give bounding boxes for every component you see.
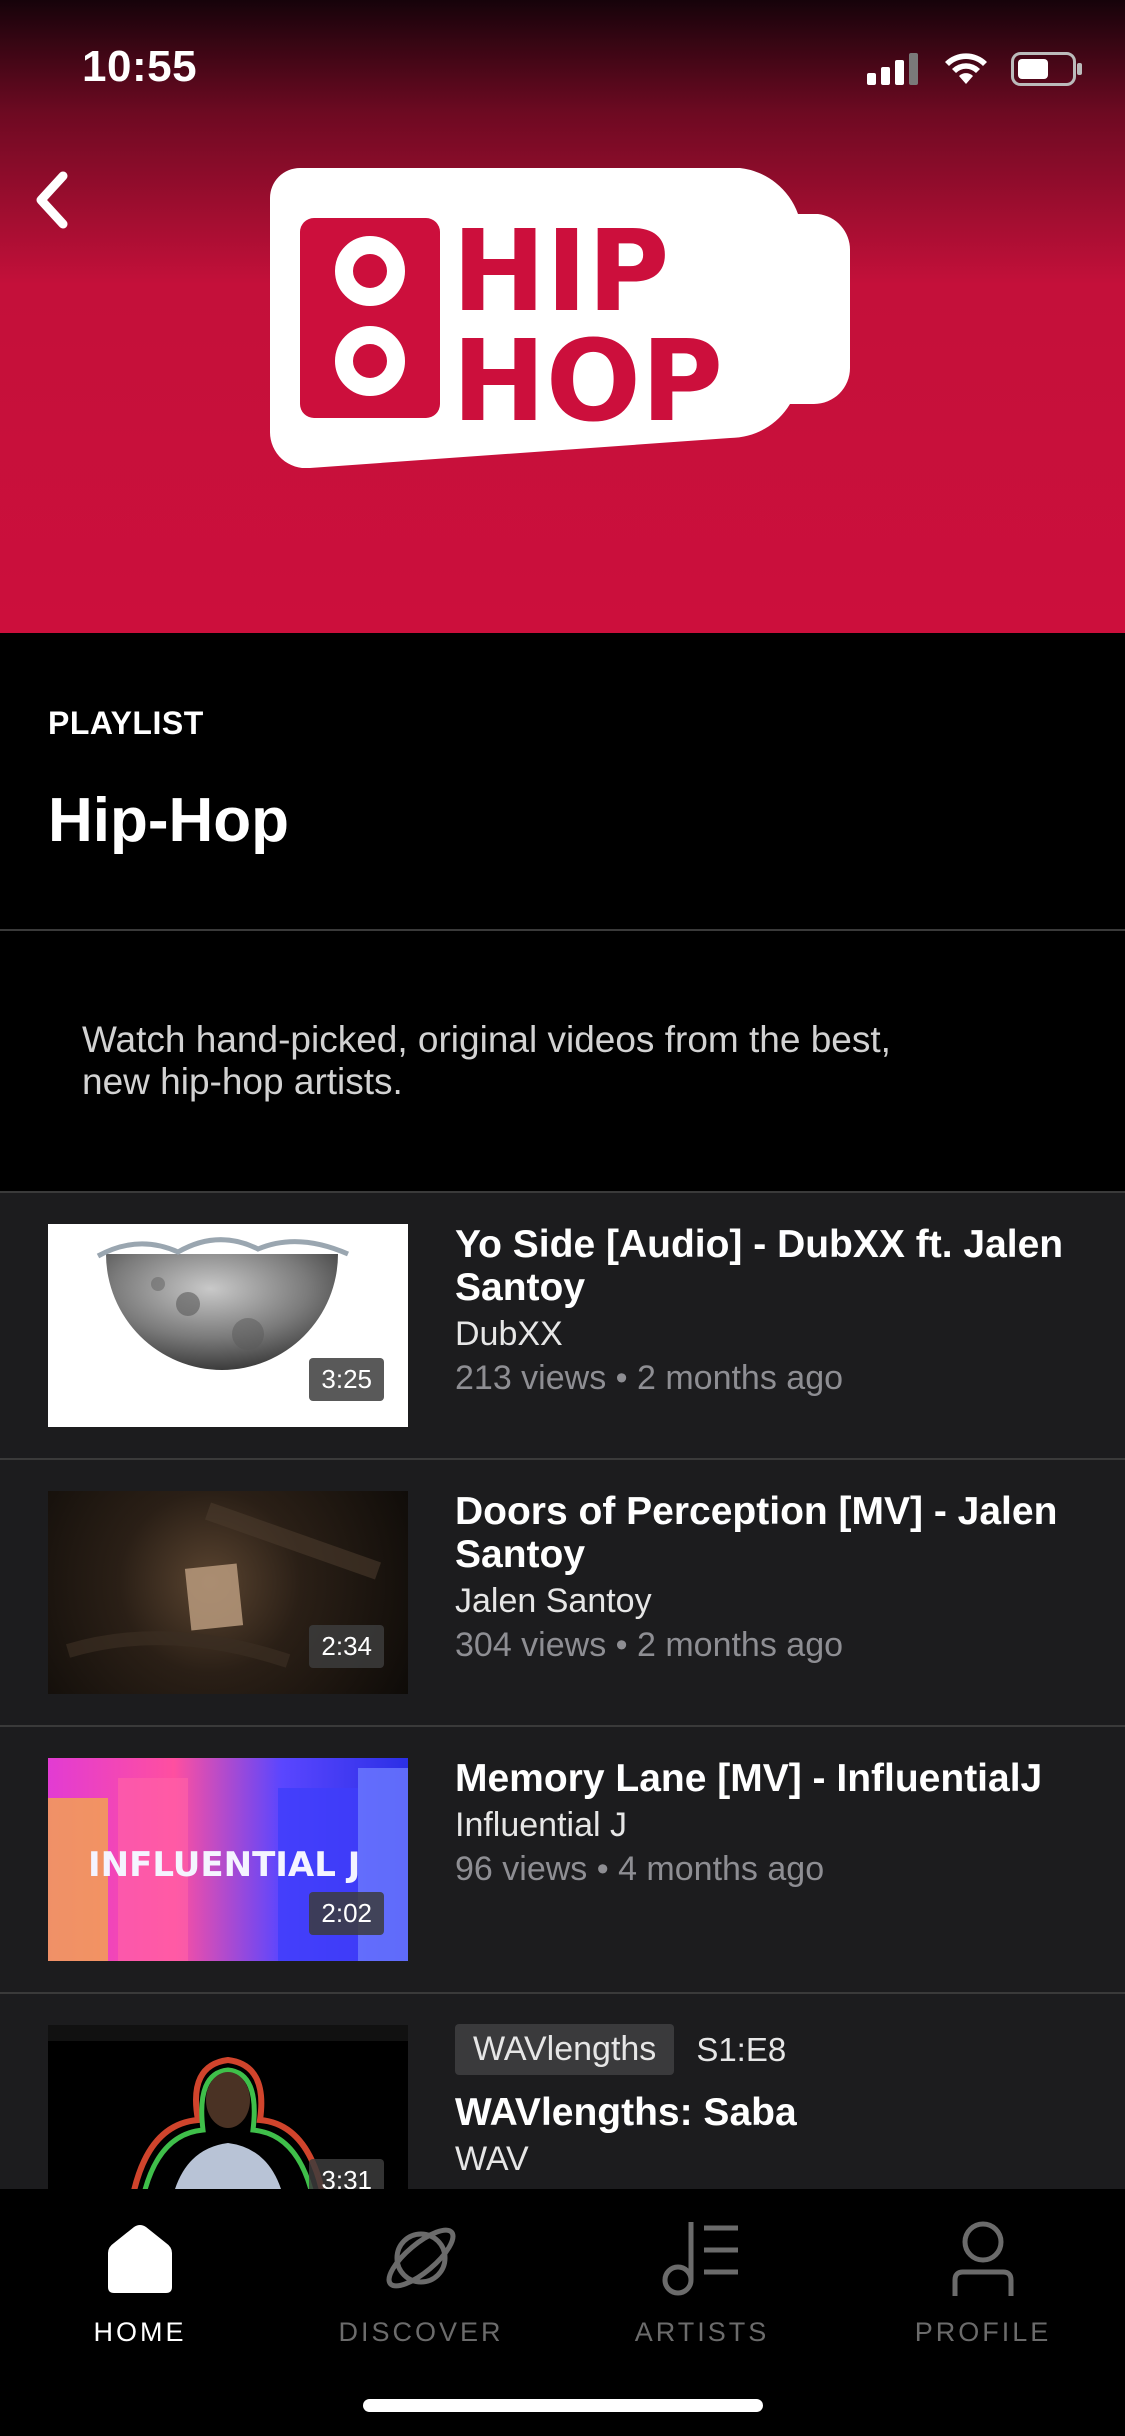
playlist-label: PLAYLIST xyxy=(48,705,204,741)
playlist-description: Watch hand-picked, original videos from … xyxy=(82,1019,891,1102)
video-duration: 3:31 xyxy=(309,2159,384,2189)
tab-profile[interactable]: PROFILE xyxy=(883,2213,1083,2348)
playlist-header: PLAYLIST Hip-Hop xyxy=(0,633,1125,931)
bottom-tab-bar: HOME DISCOVER ARTISTS PROFILE xyxy=(0,2189,1125,2436)
status-time: 10:55 xyxy=(82,42,198,91)
thumbnail-overlay-text: INFLUENTIAL J xyxy=(88,1845,360,1885)
home-icon xyxy=(95,2213,185,2303)
video-duration: 2:02 xyxy=(309,1892,384,1935)
music-note-list-icon xyxy=(657,2213,747,2303)
cellular-signal-icon xyxy=(867,53,918,85)
battery-icon xyxy=(1011,52,1082,86)
video-info: Yo Side [Audio] - DubXX ft. Jalen Santoy… xyxy=(455,1223,1095,1401)
tab-label: HOME xyxy=(93,2317,187,2347)
video-thumbnail[interactable]: 3:25 xyxy=(48,1224,408,1427)
planet-icon xyxy=(376,2213,466,2303)
video-title[interactable]: Doors of Perception [MV] - Jalen Santoy xyxy=(455,1490,1095,1576)
video-item[interactable]: INFLUENTIAL J 2:02 Memory Lane [MV] - In… xyxy=(0,1727,1125,1994)
wifi-icon xyxy=(945,53,987,84)
video-info: WAVlengths S1:E8 WAVlengths: Saba WAV xyxy=(455,2024,1095,2180)
tab-artists[interactable]: ARTISTS xyxy=(602,2213,802,2348)
video-channel[interactable]: WAV xyxy=(455,2138,1095,2180)
video-duration: 2:34 xyxy=(309,1625,384,1668)
logo-line-2: HOP xyxy=(452,317,723,447)
video-channel[interactable]: Jalen Santoy xyxy=(455,1580,1095,1622)
tab-discover[interactable]: DISCOVER xyxy=(321,2213,521,2348)
video-duration: 3:25 xyxy=(309,1358,384,1401)
video-item[interactable]: 3:31 WAVlengths S1:E8 WAVlengths: Saba W… xyxy=(0,1994,1125,2189)
home-indicator[interactable] xyxy=(363,2399,763,2412)
status-icons xyxy=(867,52,1083,86)
page-title: Hip-Hop xyxy=(48,786,290,855)
status-bar: 10:55 xyxy=(0,0,1125,140)
video-thumbnail[interactable]: INFLUENTIAL J 2:02 xyxy=(48,1758,408,1961)
video-item[interactable]: 2:34 Doors of Perception [MV] - Jalen Sa… xyxy=(0,1460,1125,1727)
person-icon xyxy=(938,2213,1028,2303)
hip-hop-logo: HIP HOP xyxy=(270,168,850,468)
video-item[interactable]: 3:25 Yo Side [Audio] - DubXX ft. Jalen S… xyxy=(0,1193,1125,1460)
video-thumbnail[interactable]: 3:31 xyxy=(48,2025,408,2189)
video-channel[interactable]: DubXX xyxy=(455,1313,1095,1355)
video-meta: 96 views • 4 months ago xyxy=(455,1850,825,1888)
back-button[interactable] xyxy=(18,165,88,235)
tab-label: ARTISTS xyxy=(634,2317,770,2347)
video-title[interactable]: WAVlengths: Saba xyxy=(455,2091,1095,2134)
video-title[interactable]: Yo Side [Audio] - DubXX ft. Jalen Santoy xyxy=(455,1223,1095,1309)
chevron-left-icon xyxy=(36,171,68,229)
tab-label: DISCOVER xyxy=(338,2317,504,2347)
video-info: Memory Lane [MV] - InfluentialJ Influent… xyxy=(455,1757,1095,1892)
series-tag[interactable]: WAVlengths xyxy=(455,2024,675,2075)
tab-home[interactable]: HOME xyxy=(40,2213,240,2348)
video-thumbnail[interactable]: 2:34 xyxy=(48,1491,408,1694)
tab-label: PROFILE xyxy=(914,2317,1052,2347)
video-channel[interactable]: Influential J xyxy=(455,1804,1095,1846)
episode-label: S1:E8 xyxy=(696,2030,787,2068)
video-meta: 213 views • 2 months ago xyxy=(455,1359,844,1397)
series-row: WAVlengths S1:E8 xyxy=(455,2024,1095,2075)
playlist-description-section: Watch hand-picked, original videos from … xyxy=(0,931,1125,1193)
video-meta: 304 views • 2 months ago xyxy=(455,1626,844,1664)
video-info: Doors of Perception [MV] - Jalen Santoy … xyxy=(455,1490,1095,1668)
video-list: 3:25 Yo Side [Audio] - DubXX ft. Jalen S… xyxy=(0,1193,1125,2189)
video-title[interactable]: Memory Lane [MV] - InfluentialJ xyxy=(455,1757,1095,1800)
